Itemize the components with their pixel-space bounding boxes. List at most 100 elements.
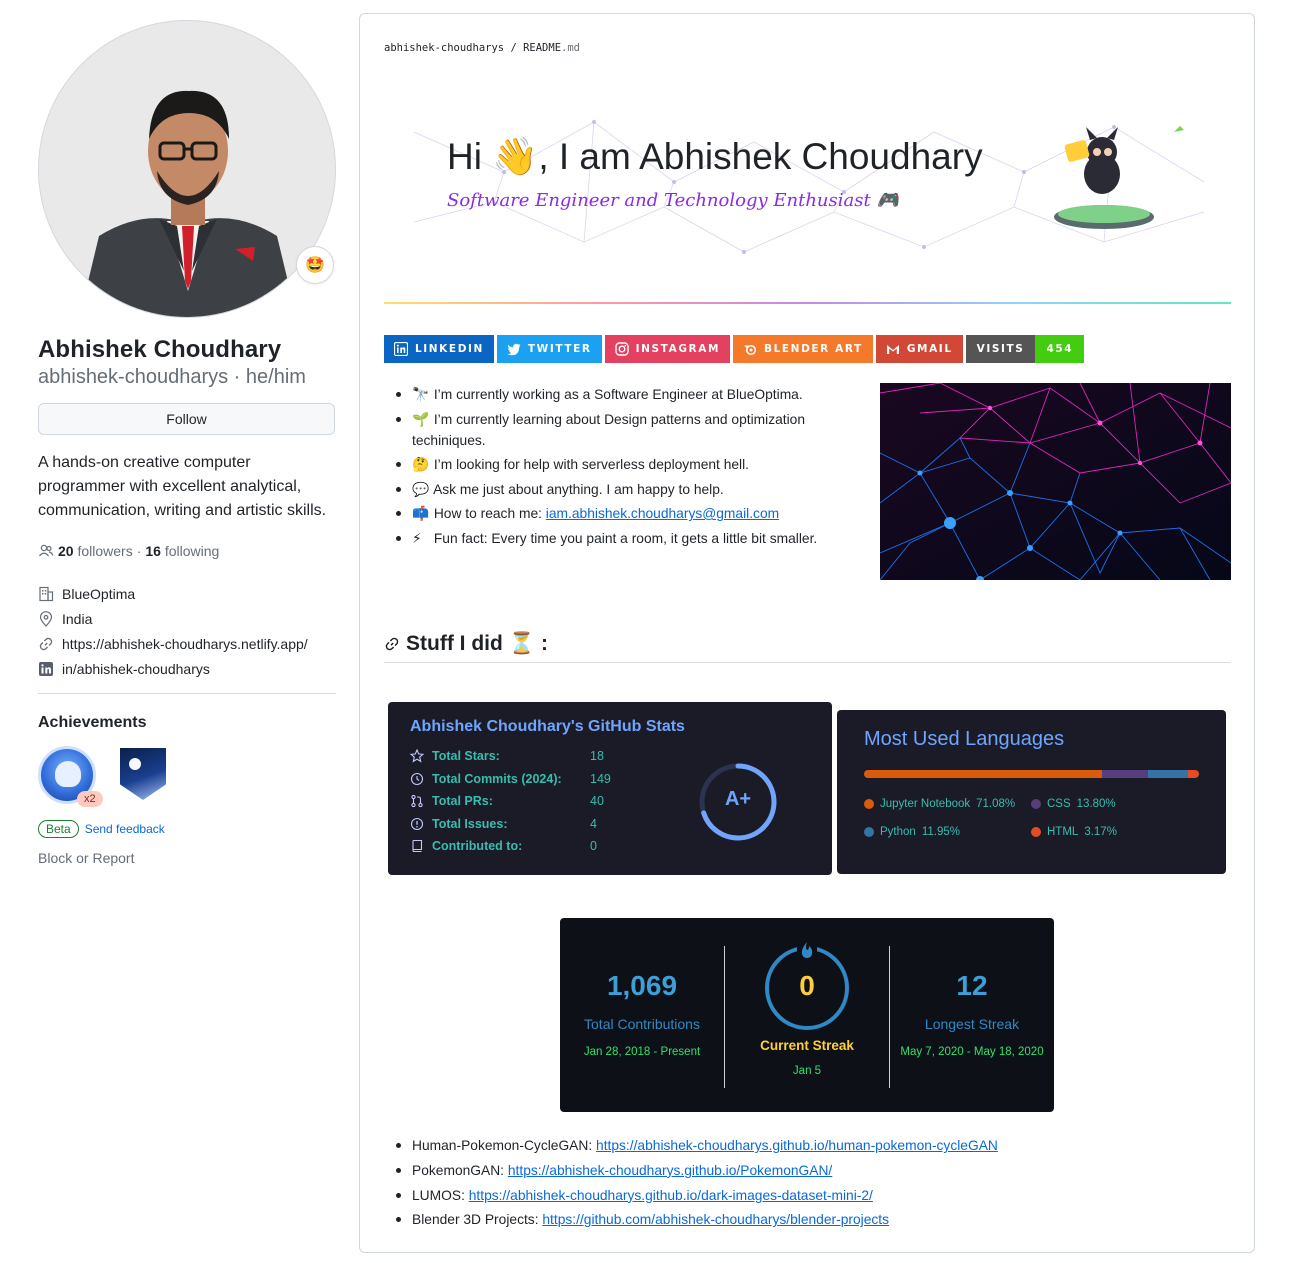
breadcrumb-separator: / [510,42,517,54]
instagram-icon [614,342,629,356]
language-dot [864,799,874,809]
hourglass-emoji: ⏳ [508,632,535,655]
language-item: Jupyter Notebook 71.08% [864,798,1015,810]
avatar-portrait [39,21,335,317]
project-item: Blender 3D Projects: https://github.com/… [394,1209,998,1230]
anchor-link-icon[interactable] [384,636,400,652]
breadcrumb-file: README [523,42,562,54]
octocat-illustration [1054,126,1184,229]
stuff-heading-suffix: : [540,632,548,655]
stat-row-stars: Total Stars: 18 [410,749,604,763]
stat-label: Total PRs: [432,794,493,808]
project-item: LUMOS: https://abhishek-choudharys.githu… [394,1185,998,1206]
linkedin-shield[interactable]: LINKEDIN [384,335,494,363]
stat-label: Total Issues: [432,817,508,831]
readme-banner: Hi 👋, I am Abhishek Choudhary Software E… [414,112,1204,262]
thinking-emoji: 🤔 [412,457,430,472]
speech-bubble-emoji: 💬 [412,481,430,497]
block-or-report-link[interactable]: Block or Report [38,850,336,866]
project-link[interactable]: https://github.com/abhishek-choudharys/b… [542,1212,889,1227]
linkedin-icon [394,342,408,356]
repo-icon [412,839,423,853]
stat-row-issues: Total Issues: 4 [410,817,597,831]
following-label: following [164,543,220,559]
about-item: 🔭 I’m currently working as a Software En… [394,384,844,405]
breadcrumb-user[interactable]: abhishek-choudharys [384,42,504,54]
language-item: CSS 13.80% [1031,798,1116,810]
language-bar-segment [1188,770,1199,778]
achievement-badge-shark[interactable]: x2 [38,746,103,807]
email-link[interactable]: iam.abhishek.choudharys@gmail.com [546,506,779,521]
visits-label: VISITS [965,335,1036,363]
language-percent: 11.95% [921,826,960,838]
current-streak-value: 0 [799,970,815,1001]
follow-button[interactable]: Follow [38,403,335,435]
project-name: PokemonGAN: [412,1162,508,1178]
moon-icon [129,758,141,770]
heading-underline [384,662,1231,663]
instagram-shield[interactable]: INSTAGRAM [604,335,731,363]
project-link[interactable]: https://abhishek-choudharys.github.io/da… [469,1188,873,1203]
github-stats-card: Abhishek Choudhary's GitHub Stats Total … [388,702,832,875]
wave-emoji: 👋 [492,136,539,177]
current-streak-date: Jan 5 [792,1065,822,1077]
twitter-bird-icon [507,343,521,356]
linkedin-icon [39,661,53,676]
project-link[interactable]: https://abhishek-choudharys.github.io/Po… [508,1163,832,1178]
streak-stats-card: 1,069 Total Contributions Jan 28, 2018 -… [560,918,1054,1112]
telescope-emoji: 🔭 [412,387,430,402]
stat-label: Total Commits (2024): [432,772,562,786]
avatar[interactable] [38,20,336,318]
language-name: Python [880,826,916,838]
link-icon [39,637,53,650]
detail-linkedin[interactable]: in/abhishek-choudharys [38,656,336,681]
linkedin-link[interactable]: in/abhishek-choudharys [62,661,210,677]
followers-link[interactable]: 20 followers [58,543,133,559]
twitter-shield[interactable]: TWITTER [496,335,602,363]
language-percent: 71.08% [976,798,1016,810]
about-text: I’m currently working as a Software Engi… [433,387,803,402]
achievement-badge-moon[interactable] [120,748,166,800]
detail-location: India [38,606,336,631]
blender-shield-label: BLENDER ART [764,343,863,355]
detail-website[interactable]: https://abhishek-choudharys.netlify.app/ [38,631,336,656]
history-icon [410,772,424,786]
language-percent: 3.17% [1084,826,1117,838]
following-link[interactable]: 16 following [145,543,219,559]
stat-row-contributed: Contributed to: 0 [410,839,597,853]
project-name: Human-Pokemon-CycleGAN: [412,1138,597,1153]
location-pin-icon [39,610,53,627]
gmail-shield[interactable]: GMAIL [875,335,963,363]
network-mesh-graphic [880,383,1231,580]
beta-badge: Beta [38,820,79,838]
languages-title: Most Used Languages [864,728,1065,750]
profile-details: BlueOptima India https://abhishek-choudh… [38,581,336,681]
banner-subtitle-text: Software Engineer and Technology Enthusi… [447,190,871,211]
lightning-emoji: ⚡ [412,530,422,546]
company-text: BlueOptima [62,585,136,602]
stat-label: Total Stars: [432,749,500,763]
sidebar-divider [38,693,336,694]
location-text: India [62,610,93,627]
gmail-icon [886,345,899,354]
language-name: CSS [1047,798,1071,810]
about-list: 🔭 I’m currently working as a Software En… [394,384,844,552]
about-item: 🤔 I’m looking for help with serverless d… [394,454,844,475]
following-count: 16 [145,543,161,559]
send-feedback-link[interactable]: Send feedback [85,822,165,836]
banner-greeting-end: , I am Abhishek Choudhary [538,136,983,177]
gmail-shield-label: GMAIL [906,343,953,355]
language-progress-bar [864,770,1199,778]
star-icon [410,749,424,763]
blender-shield[interactable]: BLENDER ART [733,335,873,363]
breadcrumb-ext: .md [561,42,580,54]
project-link[interactable]: https://abhishek-choudharys.github.io/hu… [596,1138,998,1153]
stuff-heading: Stuff I did ⏳ : [384,632,548,656]
follow-stats: 20 followers · 16 following [38,543,336,559]
visits-count: 454 [1035,335,1085,363]
about-text: Ask me just about anything. I am happy t… [433,481,724,497]
detail-company: BlueOptima [38,581,336,606]
longest-streak-range: May 7, 2020 - May 18, 2020 [900,1046,1044,1058]
website-link[interactable]: https://abhishek-choudharys.netlify.app/ [62,636,308,652]
status-emoji[interactable]: 🤩 [296,246,334,284]
